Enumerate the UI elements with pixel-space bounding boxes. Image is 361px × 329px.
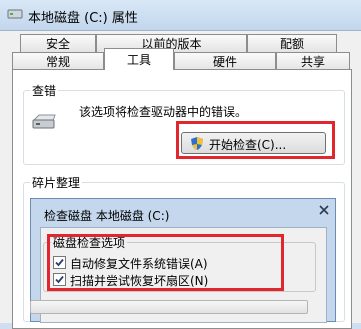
- title-bar: 本地磁盘 (C:) 属性: [0, 0, 361, 30]
- tab-quota[interactable]: 配额: [247, 34, 337, 52]
- drive-icon: [7, 9, 23, 19]
- tab-hardware[interactable]: 硬件: [174, 52, 276, 70]
- start-check-button[interactable]: 开始检查(C)...: [181, 132, 326, 154]
- check-mark-icon: [55, 258, 64, 267]
- auto-fix-checkbox[interactable]: [53, 256, 66, 269]
- scan-recover-label: 扫描并尝试恢复坏扇区(N): [70, 274, 209, 288]
- close-icon[interactable]: [315, 201, 333, 219]
- tab-security[interactable]: 安全: [20, 34, 96, 52]
- error-check-title: 查错: [30, 82, 59, 99]
- check-mark-icon: [55, 275, 64, 284]
- auto-fix-label: 自动修复文件系统错误(A): [70, 257, 208, 271]
- scan-recover-checkbox[interactable]: [53, 273, 66, 286]
- window-title: 本地磁盘 (C:) 属性: [28, 11, 138, 26]
- defrag-title: 碎片整理: [30, 174, 83, 191]
- disk-options-title: 磁盘检查选项: [51, 234, 128, 251]
- hard-drive-icon: [32, 114, 56, 129]
- tab-sharing[interactable]: 共享: [276, 52, 350, 70]
- start-check-label: 开始检查(C)...: [209, 138, 287, 152]
- progress-bar: [30, 300, 308, 314]
- uac-shield-icon: [191, 137, 203, 150]
- tab-general[interactable]: 常规: [12, 52, 104, 70]
- tab-tools[interactable]: 工具: [104, 48, 174, 70]
- error-check-description: 该选项将检查驱动器中的错误。: [79, 105, 248, 119]
- dialog-title: 检查磁盘 本地磁盘 (C:): [44, 209, 170, 223]
